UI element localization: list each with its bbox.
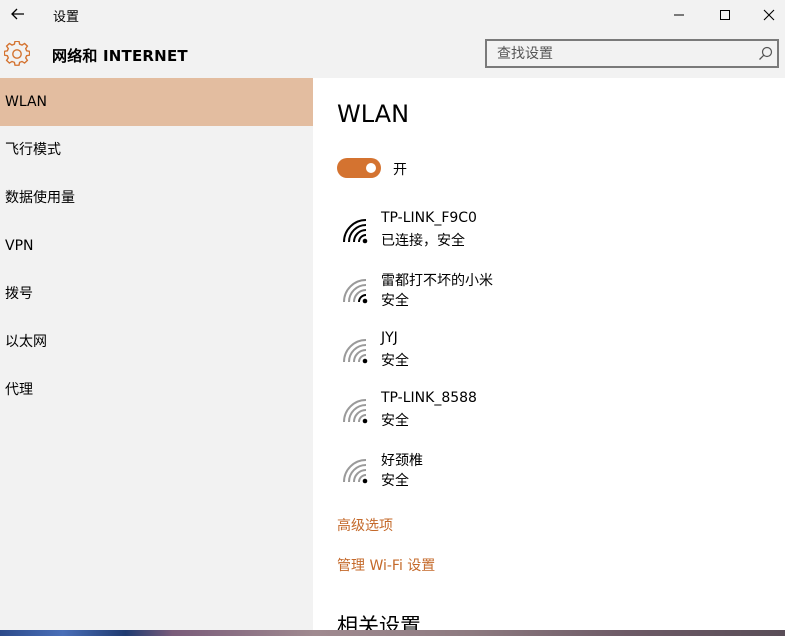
sidebar-item-vpn[interactable]: VPN [0, 222, 313, 270]
network-item[interactable]: TP-LINK_8588 安全 [337, 390, 757, 436]
sidebar-item-data-usage[interactable]: 数据使用量 [0, 174, 313, 222]
wifi-icon [343, 279, 368, 304]
settings-header: 网络和 INTERNET [0, 30, 785, 78]
sidebar-item-airplane-mode[interactable]: 飞行模式 [0, 126, 313, 174]
network-name: TP-LINK_8588 [381, 390, 477, 406]
network-name: 雷都打不坏的小米 [381, 273, 493, 289]
network-status: 已连接，安全 [381, 233, 465, 249]
wlan-toggle[interactable] [337, 158, 381, 178]
sidebar: WLAN 飞行模式 数据使用量 VPN 拨号 以太网 代理 [0, 78, 313, 636]
window-title: 设置 [53, 10, 80, 25]
search-box[interactable] [485, 39, 779, 68]
sidebar-item-dial-up[interactable]: 拨号 [0, 270, 313, 318]
sidebar-item-ethernet[interactable]: 以太网 [0, 318, 313, 366]
network-item[interactable]: TP-LINK_F9C0 已连接，安全 [337, 210, 757, 256]
network-name: JYJ [381, 330, 398, 346]
sidebar-item-proxy[interactable]: 代理 [0, 366, 313, 414]
main-content: WLAN 开 TP-LINK_F9C0 已连接，安全 雷都打不坏的小米 安全 J… [313, 78, 785, 630]
toggle-label: 开 [393, 162, 407, 178]
wifi-icon [343, 459, 368, 484]
toggle-knob [366, 163, 376, 173]
page-title: WLAN [337, 100, 410, 128]
network-item[interactable]: JYJ 安全 [337, 330, 757, 376]
network-status: 安全 [381, 473, 409, 489]
search-input[interactable] [487, 41, 759, 66]
network-status: 安全 [381, 353, 409, 369]
minimize-button[interactable] [656, 0, 702, 30]
close-icon [763, 9, 775, 21]
network-status: 安全 [381, 293, 409, 309]
network-item[interactable]: 雷都打不坏的小米 安全 [337, 270, 757, 316]
section-title: 网络和 INTERNET [52, 47, 188, 65]
network-name: 好颈椎 [381, 453, 423, 469]
close-button[interactable] [746, 0, 785, 30]
related-settings-title: 相关设置 [337, 614, 421, 630]
title-bar: 设置 [0, 0, 785, 30]
network-name: TP-LINK_F9C0 [381, 210, 477, 226]
desktop-background-strip [0, 630, 785, 636]
wifi-icon [343, 339, 368, 364]
back-button[interactable] [6, 3, 30, 25]
minimize-icon [674, 14, 684, 16]
maximize-icon [720, 10, 730, 20]
wifi-icon [343, 219, 368, 244]
network-status: 安全 [381, 413, 409, 429]
manage-wifi-link[interactable]: 管理 Wi-Fi 设置 [337, 555, 435, 575]
sidebar-item-wlan[interactable]: WLAN [0, 78, 313, 126]
maximize-button[interactable] [702, 0, 748, 30]
advanced-options-link[interactable]: 高级选项 [337, 515, 393, 535]
wifi-icon [343, 399, 368, 424]
back-arrow-icon [11, 8, 24, 20]
network-item[interactable]: 好颈椎 安全 [337, 450, 757, 496]
settings-window: 设置 网络和 INTERNET 查找设置 WLAN 飞行模式 数据使用量 VPN… [0, 0, 785, 636]
search-icon[interactable] [758, 46, 773, 61]
gear-icon [4, 41, 30, 66]
